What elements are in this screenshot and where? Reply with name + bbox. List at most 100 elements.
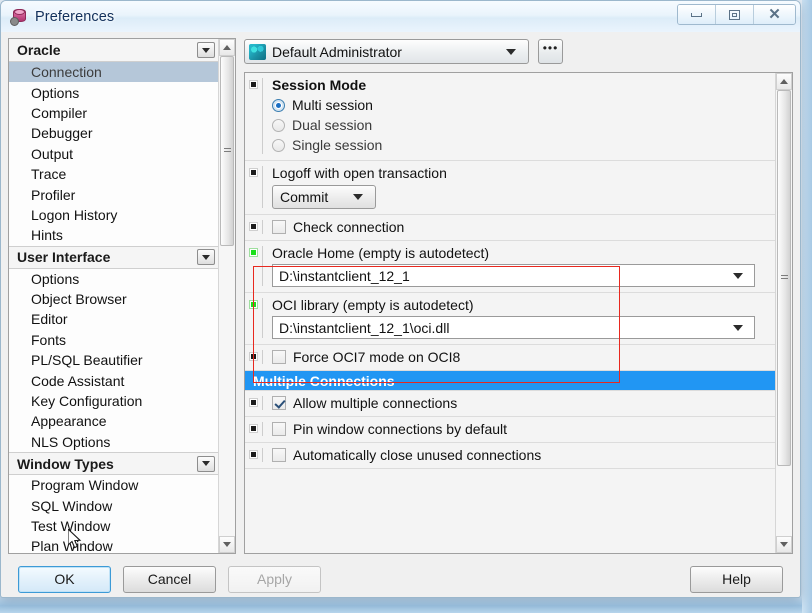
maximize-button[interactable] — [716, 5, 754, 24]
tree-group-user-interface[interactable]: User Interface — [9, 245, 218, 269]
radio-single-session[interactable]: Single session — [272, 135, 767, 155]
ok-button-label: OK — [54, 571, 75, 587]
radio-multi-session[interactable]: Multi session — [272, 95, 767, 115]
caret-down-icon — [223, 542, 231, 547]
ok-button[interactable]: OK — [18, 565, 111, 593]
scroll-down-button[interactable] — [219, 536, 235, 553]
tree-group-window-types[interactable]: Window Types — [9, 452, 218, 476]
checkbox-label: Allow multiple connections — [293, 395, 458, 411]
setting-row-session-mode: Session Mode Multi session Dual session — [245, 73, 775, 161]
sidebar-item-logon-history[interactable]: Logon History — [9, 205, 218, 225]
sidebar-item-plsql-beautifier[interactable]: PL/SQL Beautifier — [9, 350, 218, 370]
checkbox-icon — [272, 350, 286, 364]
sidebar-item-editor[interactable]: Editor — [9, 309, 218, 329]
sidebar-item-options[interactable]: Options — [9, 82, 218, 102]
setting-row-check-connection: Check connection — [245, 215, 775, 241]
tree-item-label: Debugger — [31, 125, 93, 142]
oracle-home-value: D:\instantclient_12_1 — [279, 267, 410, 284]
radio-icon-selected — [272, 98, 285, 112]
bullet-marker-icon — [249, 450, 258, 459]
tree-scrollbar[interactable] — [218, 39, 235, 553]
chevron-down-icon[interactable] — [197, 42, 215, 58]
sidebar-item-compiler[interactable]: Compiler — [9, 103, 218, 123]
scroll-track[interactable] — [776, 90, 792, 536]
cancel-button[interactable]: Cancel — [123, 565, 216, 593]
tree-item-label: Code Assistant — [31, 372, 125, 389]
tree-item-label: Logon History — [31, 206, 118, 223]
sidebar-item-output[interactable]: Output — [9, 144, 218, 164]
checkbox-label: Pin window connections by default — [293, 421, 508, 437]
radio-dual-session[interactable]: Dual session — [272, 115, 767, 135]
minimize-button[interactable] — [678, 5, 716, 24]
sidebar-item-plan-window[interactable]: Plan Window — [9, 536, 218, 553]
sidebar-item-trace[interactable]: Trace — [9, 164, 218, 184]
tree-item-label: Profiler — [31, 186, 76, 203]
pin-window-checkbox[interactable]: Pin window connections by default — [272, 421, 767, 437]
scroll-thumb[interactable] — [220, 56, 234, 246]
close-button[interactable]: ✕ — [754, 5, 795, 24]
setting-row-force-oci7: Force OCI7 mode on OCI8 — [245, 345, 775, 371]
help-button-label: Help — [722, 571, 751, 587]
logoff-label: Logoff with open transaction — [272, 165, 447, 181]
chevron-down-icon[interactable] — [733, 272, 743, 279]
auto-close-checkbox[interactable]: Automatically close unused connections — [272, 447, 767, 463]
grip-icon — [223, 148, 231, 154]
sidebar-item-profiler[interactable]: Profiler — [9, 184, 218, 204]
apply-button[interactable]: Apply — [228, 565, 321, 593]
sidebar-item-sql-window[interactable]: SQL Window — [9, 495, 218, 515]
help-button[interactable]: Help — [690, 565, 783, 593]
chevron-down-icon[interactable] — [506, 48, 516, 55]
category-tree-list: Oracle Connection Options Compiler Debug… — [9, 39, 218, 553]
profile-more-button[interactable]: ••• — [538, 39, 563, 64]
chevron-down-icon[interactable] — [197, 455, 215, 472]
scroll-thumb[interactable] — [777, 90, 791, 466]
settings-scrollbar[interactable] — [775, 73, 792, 553]
sidebar-item-connection[interactable]: Connection — [9, 62, 218, 83]
profile-select[interactable]: Default Administrator — [244, 39, 529, 64]
scroll-up-button[interactable] — [219, 39, 235, 56]
scroll-down-button[interactable] — [776, 536, 792, 553]
dialog-button-bar: OK Cancel Apply Help — [8, 554, 793, 597]
category-tree[interactable]: Oracle Connection Options Compiler Debug… — [8, 38, 236, 554]
setting-row-allow-multiple: Allow multiple connections — [245, 391, 775, 417]
sidebar-item-appearance[interactable]: Appearance — [9, 411, 218, 431]
allow-multiple-checkbox[interactable]: Allow multiple connections — [272, 395, 767, 411]
logoff-select[interactable]: Commit — [272, 185, 376, 209]
sidebar-item-test-window[interactable]: Test Window — [9, 516, 218, 536]
tree-group-oracle[interactable]: Oracle — [9, 39, 218, 62]
chevron-down-icon[interactable] — [733, 324, 743, 331]
sidebar-item-key-configuration[interactable]: Key Configuration — [9, 391, 218, 411]
scroll-track[interactable] — [219, 56, 235, 536]
oracle-home-input[interactable]: D:\instantclient_12_1 — [272, 264, 755, 287]
logoff-value: Commit — [280, 189, 329, 205]
sidebar-item-fonts[interactable]: Fonts — [9, 330, 218, 350]
check-connection-checkbox[interactable]: Check connection — [272, 219, 767, 235]
sidebar-item-ui-options[interactable]: Options — [9, 269, 218, 289]
settings-panel: Default Administrator ••• Session Mode M… — [244, 38, 793, 554]
oci-library-input[interactable]: D:\instantclient_12_1\oci.dll — [272, 316, 755, 339]
setting-row-pin-window: Pin window connections by default — [245, 417, 775, 443]
sidebar-item-nls-options[interactable]: NLS Options — [9, 432, 218, 452]
bullet-marker-icon — [249, 222, 258, 231]
checkbox-icon — [272, 448, 286, 462]
tree-group-label: User Interface — [17, 249, 111, 266]
force-oci7-checkbox[interactable]: Force OCI7 mode on OCI8 — [272, 349, 767, 365]
sidebar-item-hints[interactable]: Hints — [9, 225, 218, 245]
setting-row-oci-library: OCI library (empty is autodetect) D:\ins… — [245, 293, 775, 345]
scroll-up-button[interactable] — [776, 73, 792, 90]
bullet-marker-green-icon — [249, 300, 258, 309]
setting-row-logoff: Logoff with open transaction Commit — [245, 161, 775, 215]
sidebar-item-object-browser[interactable]: Object Browser — [9, 289, 218, 309]
bullet-marker-icon — [249, 80, 258, 89]
content-row: Oracle Connection Options Compiler Debug… — [8, 38, 793, 554]
tree-item-label: Appearance — [31, 413, 107, 430]
sidebar-item-code-assistant[interactable]: Code Assistant — [9, 370, 218, 390]
title-bar[interactable]: Preferences ✕ — [1, 1, 800, 32]
sidebar-item-debugger[interactable]: Debugger — [9, 123, 218, 143]
ellipsis-icon: ••• — [542, 41, 559, 55]
sidebar-item-program-window[interactable]: Program Window — [9, 475, 218, 495]
chevron-down-icon[interactable] — [197, 249, 215, 266]
tree-item-label: Connection — [31, 64, 102, 81]
settings-rows: Session Mode Multi session Dual session — [245, 73, 775, 553]
tree-group-label: Window Types — [17, 455, 114, 472]
